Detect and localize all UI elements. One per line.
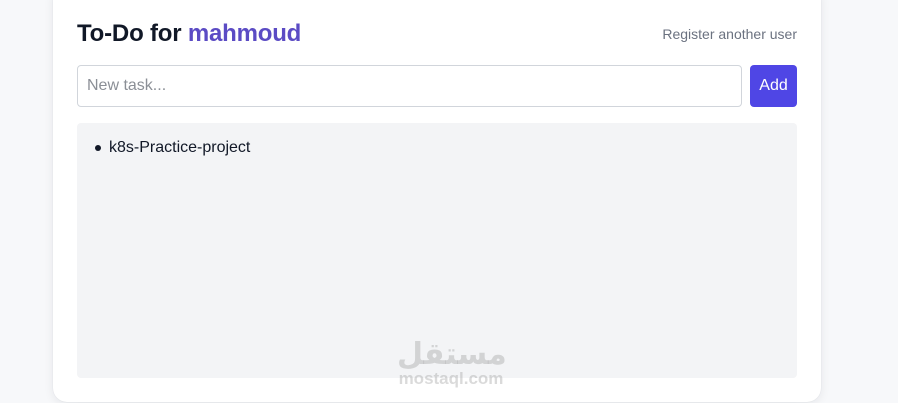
todo-card: To-Do for mahmoud Register another user … bbox=[53, 0, 821, 402]
task-text: k8s-Practice-project bbox=[109, 139, 251, 156]
register-another-user-link[interactable]: Register another user bbox=[662, 26, 797, 42]
task-list-panel: k8s-Practice-project bbox=[77, 123, 797, 378]
bullet-icon bbox=[95, 145, 101, 151]
new-task-form: Add bbox=[77, 65, 797, 107]
new-task-input[interactable] bbox=[77, 65, 742, 107]
page-title: To-Do for mahmoud bbox=[77, 20, 301, 48]
username: mahmoud bbox=[187, 20, 302, 47]
title-prefix: To-Do for bbox=[77, 20, 182, 47]
header: To-Do for mahmoud Register another user bbox=[77, 16, 797, 52]
task-item: k8s-Practice-project bbox=[95, 137, 779, 159]
task-list: k8s-Practice-project bbox=[95, 137, 779, 159]
add-button[interactable]: Add bbox=[750, 65, 797, 107]
